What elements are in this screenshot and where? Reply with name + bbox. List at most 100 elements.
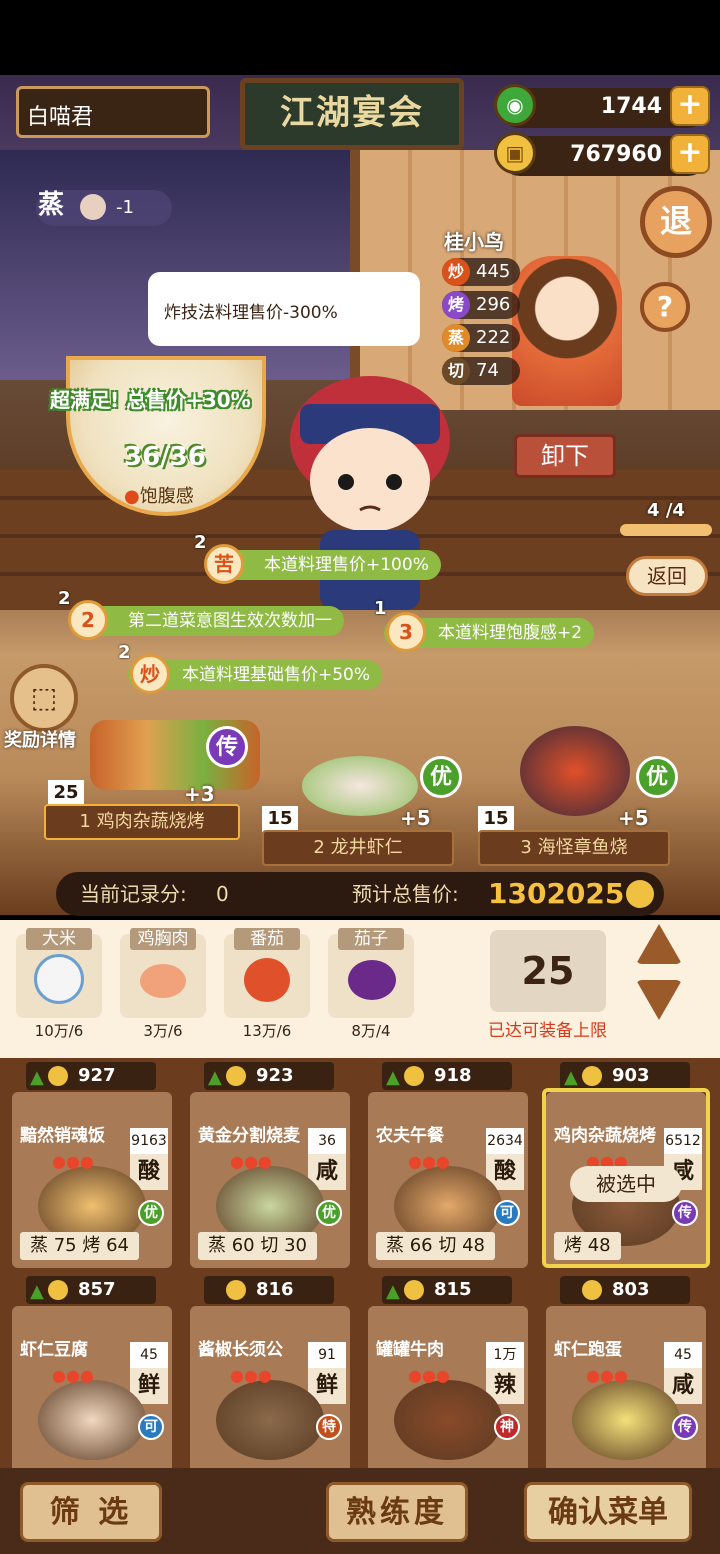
- ingredient-card[interactable]: 茄子: [328, 928, 414, 1018]
- buff-count: 2: [118, 642, 131, 663]
- recipe-name: 酱椒长须公: [198, 1340, 283, 1360]
- recipe-skills: 蒸 66 切 48: [376, 1232, 495, 1260]
- price-up-arrow-icon: ▲: [386, 1281, 400, 1302]
- confirm-menu-button[interactable]: 确认菜单: [524, 1482, 692, 1542]
- recipe-card[interactable]: 黄金分割烧麦 36 咸 ●●● 优蒸 60 切 30: [190, 1092, 350, 1268]
- recipe-price: ▲ 927: [26, 1062, 156, 1090]
- tomato-icon: [244, 958, 290, 1002]
- roast-value: 296: [476, 294, 511, 315]
- fullness-label-text: 饱腹感: [139, 486, 194, 507]
- add-coin-button[interactable]: +: [670, 134, 710, 174]
- exit-button[interactable]: 退: [640, 186, 712, 258]
- price-value: 857: [78, 1279, 116, 1300]
- gift-icon: ⬚: [30, 681, 58, 714]
- coin-icon: [582, 1280, 602, 1300]
- dish-index: 1: [79, 811, 91, 832]
- price-value: 923: [256, 1065, 294, 1086]
- flame-rating-icon: ●●●: [586, 1366, 628, 1385]
- bitter-icon: 苦: [204, 544, 244, 584]
- recipe-card[interactable]: 酱椒长须公 91 鲜 ●●● 特: [190, 1306, 350, 1482]
- cut-value: 74: [476, 360, 499, 381]
- equip-limit-text: 已达可装备上限: [488, 1021, 607, 1041]
- dish-row: 传 25 +3 1 鸡肉杂蔬烧烤 优 15 +5 2 龙井虾仁 优 15 +5 …: [40, 720, 720, 870]
- recipe-skills: 蒸 75 烤 64: [20, 1232, 139, 1260]
- recipe-rank-badge: 特: [316, 1414, 342, 1440]
- dish-bonus: +5: [618, 806, 649, 830]
- dish-rank-badge: 优: [420, 756, 462, 798]
- coin-icon: [48, 1066, 68, 1086]
- price-up-arrow-icon: ▲: [208, 1067, 222, 1088]
- ingredient-name: 茄子: [338, 928, 404, 950]
- unload-button[interactable]: 卸下: [514, 434, 616, 478]
- equip-count: 25: [490, 930, 606, 1012]
- recipe-image: [394, 1380, 502, 1460]
- recipe-image: [38, 1380, 146, 1460]
- back-button[interactable]: 返回: [626, 556, 708, 596]
- recipe-image: [216, 1380, 324, 1460]
- dish-slot-2[interactable]: 2 龙井虾仁: [262, 830, 454, 866]
- recipe-name: 黯然销魂饭: [20, 1126, 105, 1146]
- dish-bonus: +3: [184, 782, 215, 806]
- third-dish-icon: 3: [386, 612, 426, 652]
- ingredient-card[interactable]: 大米: [16, 928, 102, 1018]
- ingredient-amount: 10万/6: [34, 1022, 84, 1040]
- recipe-card[interactable]: 黯然销魂饭 9163 酸 ●●● 优蒸 75 烤 64: [12, 1092, 172, 1268]
- recipe-rank-badge: 优: [316, 1200, 342, 1226]
- dish-name: 龙井虾仁: [330, 837, 403, 858]
- price-up-arrow-icon: ▲: [30, 1281, 44, 1302]
- recipe-price: ▲ 815: [382, 1276, 512, 1304]
- add-jade-button[interactable]: +: [670, 86, 710, 126]
- coin-icon: ▣: [494, 132, 536, 174]
- dish-qty: 25: [48, 780, 84, 806]
- recipe-card[interactable]: 虾仁豆腐 45 鲜 ●●● 可: [12, 1306, 172, 1482]
- flame-rating-icon: ●●●: [408, 1152, 450, 1171]
- proficiency-button[interactable]: 熟练度: [326, 1482, 468, 1542]
- player-name[interactable]: 白喵君: [16, 86, 210, 138]
- coin-icon: [48, 1280, 68, 1300]
- recipe-price: ▲ 923: [204, 1062, 334, 1090]
- recipe-grid: 黯然销魂饭 9163 酸 ●●● 优蒸 75 烤 64 ▲ 927 黄金分割烧麦 36 咸 ●●● 优…: [0, 1062, 720, 1482]
- dish-index: 3: [520, 837, 532, 858]
- chef-stat-roast: 烤 296: [442, 291, 520, 319]
- page-progress-bar: [620, 524, 712, 536]
- recipe-rank-badge: 优: [138, 1200, 164, 1226]
- buff-price: 本道料理售价+100%: [210, 550, 441, 580]
- recipe-rank-badge: 可: [138, 1414, 164, 1440]
- recipe-card[interactable]: 农夫午餐 2634 酸 ●●● 可蒸 66 切 48: [368, 1092, 528, 1268]
- flame-rating-icon: ●●●: [230, 1366, 272, 1385]
- flame-rating-icon: ●●●: [52, 1152, 94, 1171]
- assistant-chef-portrait[interactable]: [512, 256, 622, 406]
- recipe-skills: 蒸 60 切 30: [198, 1232, 317, 1260]
- flame-icon: ●: [124, 486, 140, 507]
- game-screen: { "header": {"player_name": "白喵君", "banq…: [0, 0, 720, 1554]
- recipe-card[interactable]: 罐罐牛肉 1万辣 ●●● 神: [368, 1306, 528, 1482]
- chef-stat-stir-fry: 炒 445: [442, 258, 520, 286]
- recipe-count: 9163: [130, 1128, 168, 1154]
- ingredient-name: 鸡胸肉: [130, 928, 196, 950]
- ingredient-card[interactable]: 番茄: [224, 928, 310, 1018]
- recipe-card[interactable]: 虾仁跑蛋 45 咸 ●●● 传: [546, 1306, 706, 1482]
- help-button[interactable]: ?: [640, 282, 690, 332]
- dish-slot-1[interactable]: 1 鸡肉杂蔬烧烤: [44, 804, 240, 840]
- ingredient-card[interactable]: 鸡胸肉: [120, 928, 206, 1018]
- recipe-rank-badge: 传: [672, 1414, 698, 1440]
- dish-qty: 15: [478, 806, 514, 832]
- record-label: 当前记录分:: [80, 882, 187, 906]
- tooltip-bubble: 炸技法料理售价-300%: [148, 272, 420, 346]
- recipe-name: 农夫午餐: [376, 1126, 444, 1146]
- recipe-price: ▲ 918: [382, 1062, 512, 1090]
- dish-image[interactable]: [520, 726, 630, 816]
- coin-icon: [626, 880, 654, 908]
- filter-button[interactable]: 筛 选: [20, 1482, 162, 1542]
- fish-icon: [80, 194, 106, 220]
- ingredient-amount: 3万/6: [143, 1022, 183, 1040]
- total-label: 预计总售价:: [352, 882, 459, 906]
- recipe-rank-badge: 神: [494, 1414, 520, 1440]
- dish-slot-3[interactable]: 3 海怪章鱼烧: [478, 830, 670, 866]
- ingredient-amount: 13万/6: [242, 1022, 292, 1040]
- chef-stat-steam: 蒸 222: [442, 324, 520, 352]
- steam-value: -1: [116, 197, 134, 218]
- coin-icon: [226, 1066, 246, 1086]
- steam-status: 蒸 -1: [36, 190, 172, 226]
- selection-frame: [542, 1088, 710, 1268]
